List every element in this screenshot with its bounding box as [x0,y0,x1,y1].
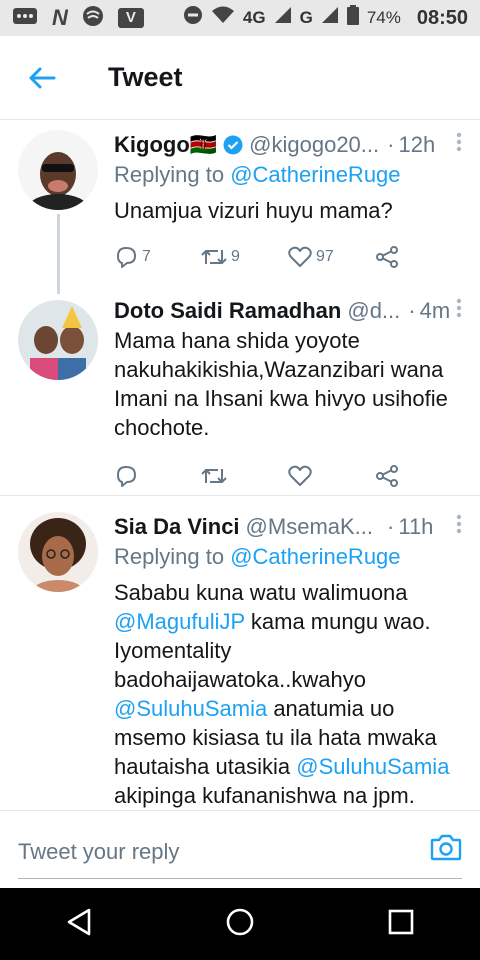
mention-link[interactable]: @SuluhuSamia [114,696,267,721]
replying-prefix: Replying to [114,544,225,569]
author-handle: @MsemaK... [245,514,374,539]
circle-home-icon [226,908,254,935]
tweet-text: Mama hana shida yoyote nakuhakikishia,Wa… [114,328,448,440]
timestamp: 11h [398,514,434,539]
retweet-button[interactable] [201,466,288,486]
like-button[interactable] [288,465,375,487]
more-options-icon[interactable] [456,298,462,324]
avatar[interactable] [18,512,98,592]
page-title: Tweet [108,62,183,92]
tweet-item[interactable]: Sia Da Vinci @MsemaK... · 11h Replying t… [0,496,480,810]
camera-icon [430,834,462,861]
heart-icon [288,465,312,486]
timestamp: 4m [419,298,451,323]
heart-icon [288,246,312,267]
back-nav-button[interactable] [66,908,92,941]
dnd-icon [183,5,203,31]
wind-app-icon [82,5,104,32]
separator-dot: · [408,298,416,323]
signal-icon [274,6,292,30]
back-button[interactable] [0,36,84,120]
battery-icon [346,5,359,31]
reply-input[interactable]: Tweet your reply [18,839,179,865]
tweet-item[interactable]: Kigogo🇰🇪 @kigogo20... · 12h Replying to … [0,120,480,294]
replying-to: Replying to @CatherineRuge [114,544,462,570]
author-handle: @kigogo20... [249,132,380,157]
n-app-icon: N [52,5,68,30]
replying-mention[interactable]: @CatherineRuge [230,544,400,569]
triangle-back-icon [68,908,91,935]
share-button[interactable] [375,464,462,488]
tweet-item[interactable]: Doto Saidi Ramadhan @d... · 4m Mama hana… [0,292,480,495]
clock: 08:50 [416,6,468,29]
author-handle: @d... [347,298,401,323]
more-options-icon[interactable] [456,132,462,158]
mention-link[interactable]: @MagufuliJP [114,609,245,634]
reply-count: 7 [142,248,151,265]
author-name[interactable]: Sia Da Vinci [114,514,240,540]
mention-link[interactable]: @SuluhuSamia [296,754,449,779]
replying-mention[interactable]: @CatherineRuge [230,162,400,187]
avatar[interactable] [18,300,98,380]
app-header: Tweet [0,36,480,120]
separator-dot: · [387,514,395,539]
like-count: 97 [316,248,334,265]
verified-icon [223,135,243,155]
tweet-text-part: Sababu kuna watu walimuona [114,580,408,605]
author-name[interactable]: Doto Saidi Ramadhan [114,298,341,324]
system-nav-bar [0,888,480,960]
input-underline [18,878,462,879]
share-icon [376,465,398,487]
signal-icon-2 [321,6,339,30]
share-button[interactable] [375,245,462,269]
v-app-icon: V [117,8,144,28]
tweet-text: Sababu kuna watu walimuona @MagufuliJP k… [114,578,462,810]
author-name[interactable]: Kigogo🇰🇪 [114,132,217,158]
status-bar: N V 4G G 74% 08:50 [0,0,480,36]
retweet-button[interactable]: 9 [201,247,288,267]
wifi-icon [211,6,235,30]
network-type-label-2: G [299,8,313,27]
tweet-actions: 7 9 97 [114,237,462,277]
arrow-left-icon [29,67,56,88]
battery-percent: 74% [366,8,401,27]
reply-button[interactable] [114,465,201,487]
replying-prefix: Replying to [114,162,225,187]
timestamp: 12h [398,132,436,157]
avatar[interactable] [18,130,98,210]
more-options-icon[interactable] [456,514,462,540]
network-type-label: 4G [242,8,266,27]
message-icon [12,7,38,30]
tweet-feed[interactable]: Kigogo🇰🇪 @kigogo20... · 12h Replying to … [0,120,480,810]
reply-button[interactable]: 7 [114,246,201,268]
retweet-icon [201,250,227,264]
tweet-text: Unamjua vizuri huyu mama? [114,198,393,223]
retweet-count: 9 [231,248,240,265]
reply-composer: Tweet your reply [0,810,480,888]
share-icon [376,246,398,268]
reply-icon [117,247,136,268]
tweet-actions [114,456,462,496]
tweet-text-part: akipinga kufananishwa na jpm. [114,783,415,808]
square-recents-icon [388,909,413,934]
home-nav-button[interactable] [225,907,255,942]
reply-icon [117,466,136,487]
thread-line [57,214,60,294]
camera-button[interactable] [430,833,462,866]
separator-dot: · [387,132,395,157]
like-button[interactable]: 97 [288,246,375,268]
recents-nav-button[interactable] [388,909,414,940]
retweet-icon [201,469,227,483]
replying-to: Replying to @CatherineRuge [114,162,462,188]
